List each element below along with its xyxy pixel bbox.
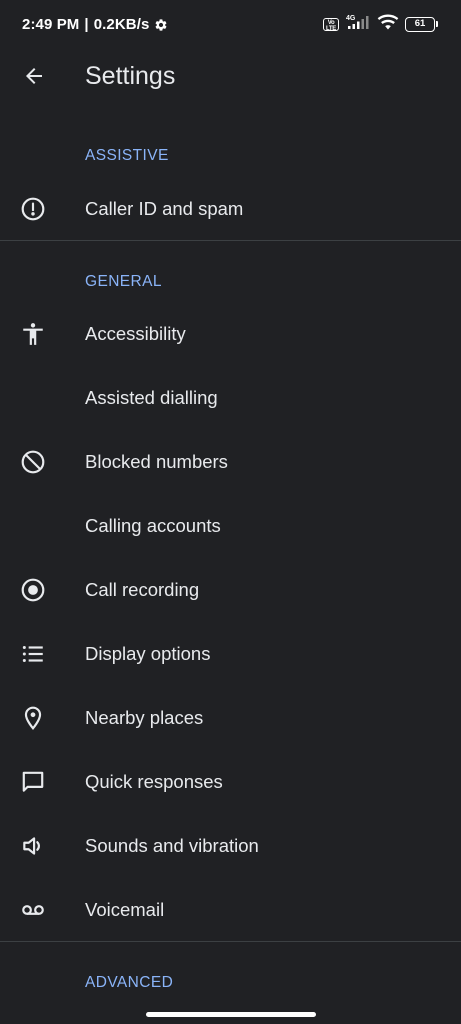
status-right: Vo LTE 4G 61 bbox=[323, 14, 438, 35]
section-divider bbox=[0, 240, 461, 241]
settings-item-caller-id[interactable]: Caller ID and spam bbox=[0, 178, 461, 242]
status-time: 2:49 PM bbox=[22, 16, 80, 33]
settings-item-nearby-places[interactable]: Nearby places bbox=[0, 687, 461, 751]
settings-item-label: Call recording bbox=[85, 579, 200, 600]
settings-item-label: Assisted dialling bbox=[85, 387, 218, 408]
settings-item-accessibility[interactable]: Accessibility bbox=[0, 303, 461, 367]
app-bar: Settings bbox=[0, 52, 461, 104]
settings-gear-icon bbox=[154, 18, 168, 32]
location-pin-icon bbox=[18, 703, 48, 733]
settings-item-display-options[interactable]: Display options bbox=[0, 623, 461, 687]
settings-item-calling-accounts[interactable]: Calling accounts bbox=[0, 495, 461, 559]
settings-item-sounds-vibration[interactable]: Sounds and vibration bbox=[0, 815, 461, 879]
section-header-general: GENERAL bbox=[85, 273, 162, 290]
back-button[interactable] bbox=[14, 58, 54, 98]
settings-item-label: Blocked numbers bbox=[85, 451, 228, 472]
alert-circle-icon bbox=[18, 194, 48, 224]
settings-item-call-recording[interactable]: Call recording bbox=[0, 559, 461, 623]
message-icon bbox=[18, 767, 48, 797]
arrow-back-icon bbox=[22, 64, 46, 93]
volume-icon bbox=[18, 831, 48, 861]
settings-item-blocked-numbers[interactable]: Blocked numbers bbox=[0, 431, 461, 495]
settings-item-label: Caller ID and spam bbox=[85, 198, 244, 219]
settings-item-quick-responses[interactable]: Quick responses bbox=[0, 751, 461, 815]
wifi-icon bbox=[377, 14, 399, 35]
section-divider bbox=[0, 941, 461, 942]
settings-item-label: Sounds and vibration bbox=[85, 835, 259, 856]
accessibility-icon bbox=[18, 319, 48, 349]
block-icon bbox=[18, 447, 48, 477]
settings-item-voicemail[interactable]: Voicemail bbox=[0, 879, 461, 943]
status-separator: | bbox=[84, 16, 89, 33]
home-indicator[interactable] bbox=[146, 1012, 316, 1017]
settings-item-label: Quick responses bbox=[85, 771, 223, 792]
settings-item-label: Voicemail bbox=[85, 899, 165, 920]
status-bar: 2:49 PM | 0.2KB/s Vo LTE 4G 61 bbox=[0, 0, 461, 52]
status-net-speed: 0.2KB/s bbox=[93, 16, 150, 33]
settings-item-label: Display options bbox=[85, 643, 211, 664]
status-left: 2:49 PM | 0.2KB/s bbox=[22, 16, 168, 33]
battery-indicator: 61 bbox=[405, 17, 438, 32]
voicemail-icon bbox=[18, 895, 48, 925]
settings-item-assisted-dialling[interactable]: Assisted dialling bbox=[0, 367, 461, 431]
signal-icon: 4G bbox=[345, 14, 371, 35]
network-type-label: 4G bbox=[346, 15, 356, 22]
section-header-assistive: ASSISTIVE bbox=[85, 147, 169, 164]
settings-item-label: Accessibility bbox=[85, 323, 186, 344]
list-icon bbox=[18, 639, 48, 669]
settings-item-label: Calling accounts bbox=[85, 515, 221, 536]
page-title: Settings bbox=[85, 62, 176, 90]
volte-badge: Vo LTE bbox=[323, 18, 339, 32]
settings-item-label: Nearby places bbox=[85, 707, 204, 728]
section-header-advanced: ADVANCED bbox=[85, 974, 174, 991]
record-icon bbox=[18, 575, 48, 605]
